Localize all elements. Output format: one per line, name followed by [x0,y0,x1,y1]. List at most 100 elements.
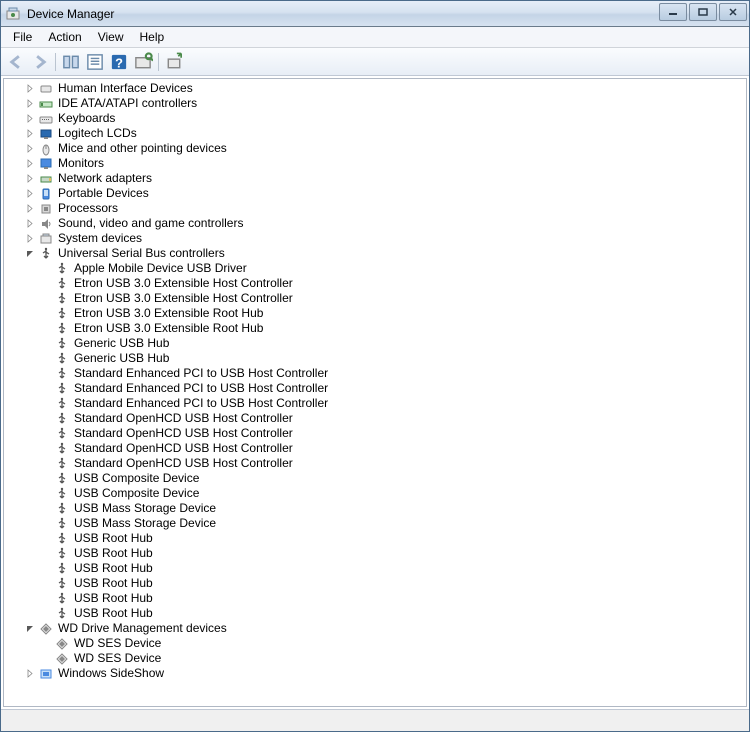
tree-category[interactable]: Sound, video and game controllers [4,216,746,231]
usb-dev-icon [54,606,70,622]
menubar: File Action View Help [1,27,749,48]
tree-category[interactable]: IDE ATA/ATAPI controllers [4,96,746,111]
update-driver-button[interactable] [163,51,185,73]
tree-category[interactable]: System devices [4,231,746,246]
tree-device[interactable]: Generic USB Hub [4,351,746,366]
expander-closed-icon[interactable] [22,111,38,126]
expander-open-icon[interactable] [22,621,38,636]
menu-view[interactable]: View [90,28,132,46]
tree-category[interactable]: Network adapters [4,171,746,186]
expander-closed-icon[interactable] [22,96,38,111]
expander-closed-icon[interactable] [22,666,38,681]
tree-device[interactable]: USB Root Hub [4,606,746,621]
tree-category[interactable]: Logitech LCDs [4,126,746,141]
tree-device[interactable]: USB Root Hub [4,591,746,606]
tree-category[interactable]: Windows SideShow [4,666,746,681]
menu-help[interactable]: Help [132,28,173,46]
tree-category[interactable]: Human Interface Devices [4,81,746,96]
tree-device[interactable]: Standard OpenHCD USB Host Controller [4,441,746,456]
tree-device[interactable]: Etron USB 3.0 Extensible Root Hub [4,321,746,336]
device-label: USB Composite Device [74,471,199,486]
usb-dev-icon [54,486,70,502]
device-label: Standard Enhanced PCI to USB Host Contro… [74,396,328,411]
tree-device[interactable]: Standard Enhanced PCI to USB Host Contro… [4,366,746,381]
close-button[interactable] [719,3,747,21]
keyboard-icon [38,111,54,127]
tree-category[interactable]: Mice and other pointing devices [4,141,746,156]
tree-category[interactable]: Universal Serial Bus controllers [4,246,746,261]
tree-device[interactable]: USB Mass Storage Device [4,501,746,516]
usb-dev-icon [54,426,70,442]
usb-dev-icon [54,321,70,337]
device-label: USB Root Hub [74,591,153,606]
tree-device[interactable]: Standard OpenHCD USB Host Controller [4,456,746,471]
usb-dev-icon [54,471,70,487]
minimize-button[interactable] [659,3,687,21]
tree-category[interactable]: Processors [4,201,746,216]
network-icon [38,171,54,187]
wd-dev-icon [54,651,70,667]
expander-closed-icon[interactable] [22,81,38,96]
titlebar: Device Manager [1,1,749,27]
tree-category[interactable]: Portable Devices [4,186,746,201]
tree-category[interactable]: Monitors [4,156,746,171]
content-wrap: Human Interface DevicesIDE ATA/ATAPI con… [1,76,749,731]
expander-closed-icon[interactable] [22,201,38,216]
device-label: Etron USB 3.0 Extensible Root Hub [74,321,263,336]
forward-button[interactable] [29,51,51,73]
tree-device[interactable]: USB Root Hub [4,561,746,576]
tree-device[interactable]: USB Root Hub [4,531,746,546]
tree-category[interactable]: WD Drive Management devices [4,621,746,636]
tree-device[interactable]: WD SES Device [4,636,746,651]
tree-device[interactable]: USB Root Hub [4,546,746,561]
tree-device[interactable]: USB Root Hub [4,576,746,591]
device-label: USB Root Hub [74,546,153,561]
expander-closed-icon[interactable] [22,141,38,156]
tree-device[interactable]: Standard Enhanced PCI to USB Host Contro… [4,396,746,411]
menu-action[interactable]: Action [40,28,89,46]
tree-device[interactable]: Generic USB Hub [4,336,746,351]
tree-device[interactable]: WD SES Device [4,651,746,666]
ide-icon [38,96,54,112]
device-label: Standard Enhanced PCI to USB Host Contro… [74,381,328,396]
tree-device[interactable]: Apple Mobile Device USB Driver [4,261,746,276]
tree-device[interactable]: Etron USB 3.0 Extensible Host Controller [4,291,746,306]
window-controls [657,3,747,21]
device-tree[interactable]: Human Interface DevicesIDE ATA/ATAPI con… [3,78,747,707]
maximize-button[interactable] [689,3,717,21]
tree-device[interactable]: USB Composite Device [4,486,746,501]
tree-device[interactable]: Standard Enhanced PCI to USB Host Contro… [4,381,746,396]
device-label: USB Composite Device [74,486,199,501]
toolbar: ? [1,48,749,76]
mouse-icon [38,141,54,157]
tree-device[interactable]: Etron USB 3.0 Extensible Root Hub [4,306,746,321]
tree-device[interactable]: USB Mass Storage Device [4,516,746,531]
tree-category[interactable]: Keyboards [4,111,746,126]
expander-closed-icon[interactable] [22,171,38,186]
toolbar-separator [158,53,159,71]
tree-device[interactable]: Etron USB 3.0 Extensible Host Controller [4,276,746,291]
help-button[interactable]: ? [108,51,130,73]
device-label: Standard OpenHCD USB Host Controller [74,411,293,426]
monitor-icon [38,156,54,172]
tree-device[interactable]: Standard OpenHCD USB Host Controller [4,426,746,441]
expander-closed-icon[interactable] [22,216,38,231]
expander-open-icon[interactable] [22,246,38,261]
expander-closed-icon[interactable] [22,231,38,246]
expander-closed-icon[interactable] [22,126,38,141]
usb-dev-icon [54,306,70,322]
category-label: Keyboards [58,111,115,126]
menu-file[interactable]: File [5,28,40,46]
usb-dev-icon [54,336,70,352]
properties-button[interactable] [84,51,106,73]
expander-closed-icon[interactable] [22,156,38,171]
back-button[interactable] [5,51,27,73]
tree-device[interactable]: USB Composite Device [4,471,746,486]
device-label: Generic USB Hub [74,351,169,366]
tree-device[interactable]: Standard OpenHCD USB Host Controller [4,411,746,426]
expander-closed-icon[interactable] [22,186,38,201]
hid-icon [38,81,54,97]
scan-hardware-button[interactable] [132,51,154,73]
show-hide-console-button[interactable] [60,51,82,73]
device-label: Etron USB 3.0 Extensible Host Controller [74,276,293,291]
